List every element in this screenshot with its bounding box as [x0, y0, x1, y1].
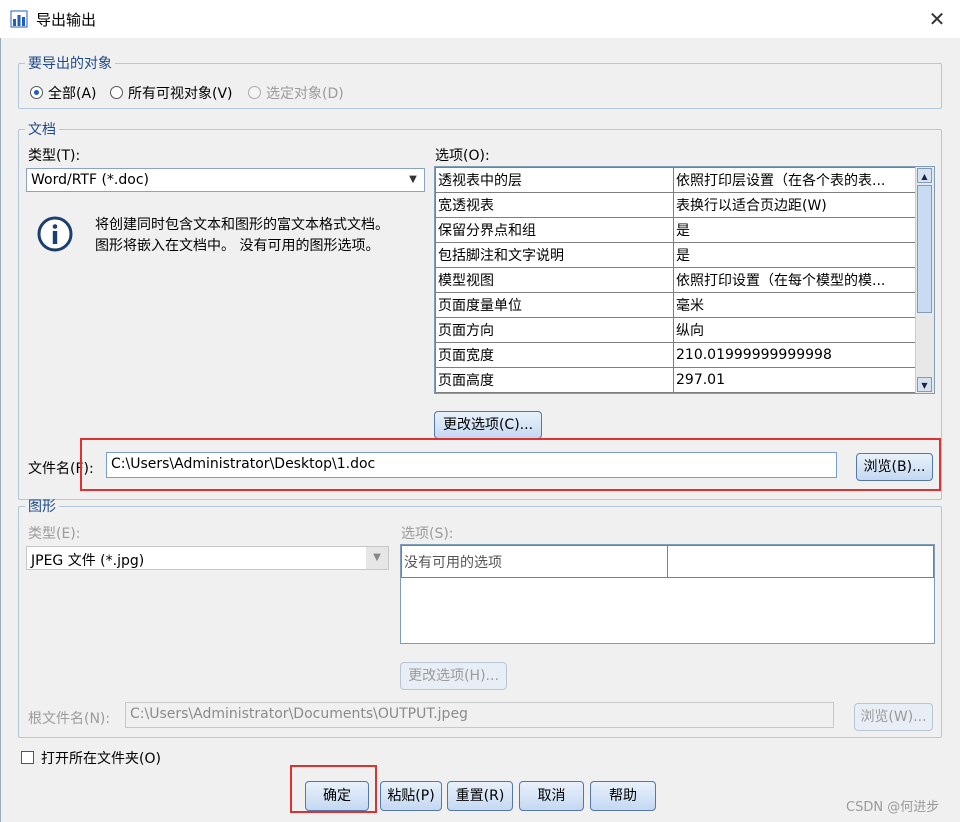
doc-info-line-1: 将创建同时包含文本和图形的富文本格式文档。	[95, 217, 389, 233]
document-legend: 文档	[28, 122, 56, 138]
doc-options-table: 透视表中的层 依照打印层设置（在各个表的表... 宽透视表 表换行以适合页边距(…	[434, 166, 935, 394]
table-row[interactable]: 透视表中的层 依照打印层设置（在各个表的表...	[435, 167, 916, 193]
doc-browse-button[interactable]: 浏览(B)...	[856, 453, 933, 481]
graphics-options-table: 没有可用的选项	[400, 544, 935, 644]
close-icon[interactable]: ✕	[920, 6, 954, 32]
graphics-option-value	[667, 545, 934, 578]
table-row[interactable]: 保留分界点和组 是	[435, 217, 916, 243]
option-key: 包括脚注和文字说明	[435, 242, 674, 268]
objects-to-export-legend: 要导出的对象	[28, 56, 112, 72]
graphics-change-options-button: 更改选项(H)...	[400, 662, 507, 690]
table-row: 没有可用的选项	[401, 545, 934, 578]
option-value[interactable]: 毫米	[673, 292, 916, 318]
chevron-down-icon: ▼	[366, 547, 388, 569]
graphics-type-select: JPEG 文件 (*.jpg) ▼	[26, 546, 389, 570]
option-key: 页面高度	[435, 367, 674, 393]
option-key: 页面宽度	[435, 342, 674, 368]
doc-change-options-button[interactable]: 更改选项(C)...	[434, 411, 542, 439]
option-value[interactable]: 297.01	[673, 367, 916, 393]
doc-type-value: Word/RTF (*.doc)	[31, 172, 149, 188]
paste-button[interactable]: 粘贴(P)	[380, 781, 442, 811]
help-button[interactable]: 帮助	[590, 781, 656, 811]
option-value[interactable]: 表换行以适合页边距(W)	[673, 192, 916, 218]
root-filename-field: C:\Users\Administrator\Documents\OUTPUT.…	[125, 702, 834, 728]
option-key: 保留分界点和组	[435, 217, 674, 243]
window-title: 导出输出	[36, 11, 97, 29]
filename-field[interactable]: C:\Users\Administrator\Desktop\1.doc	[106, 452, 837, 478]
table-row[interactable]: 页面方向 纵向	[435, 317, 916, 343]
watermark: CSDN @何进步	[846, 800, 940, 815]
chevron-down-icon: ▼	[409, 174, 417, 185]
open-folder-label[interactable]: 打开所在文件夹(O)	[41, 748, 161, 768]
table-row[interactable]: 模型视图 依照打印设置（在每个模型的模...	[435, 267, 916, 293]
radio-selected-label: 选定对象(D)	[266, 86, 344, 102]
option-key: 宽透视表	[435, 192, 674, 218]
table-row[interactable]: 页面度量单位 毫米	[435, 292, 916, 318]
graphics-option-cell: 没有可用的选项	[401, 545, 668, 578]
graphics-browse-button: 浏览(W)...	[854, 703, 933, 731]
doc-type-select[interactable]: Word/RTF (*.doc) ▼	[26, 168, 425, 192]
table-row[interactable]: 页面宽度 210.01999999999998	[435, 342, 916, 368]
scroll-down-icon[interactable]: ▼	[917, 377, 932, 392]
info-icon	[37, 216, 73, 252]
app-icon	[10, 10, 28, 28]
doc-info-line-2: 图形将嵌入在文档中。 没有可用的图形选项。	[95, 238, 380, 254]
option-value[interactable]: 依照打印设置（在每个模型的模...	[673, 267, 916, 293]
option-value[interactable]: 是	[673, 242, 916, 268]
radio-all[interactable]	[30, 86, 43, 99]
option-value[interactable]: 是	[673, 217, 916, 243]
cancel-button[interactable]: 取消	[519, 781, 584, 811]
open-folder-checkbox[interactable]	[21, 751, 34, 764]
option-key: 页面方向	[435, 317, 674, 343]
options-scrollbar[interactable]: ▲ ▼	[915, 167, 934, 393]
filename-label: 文件名(F):	[28, 461, 94, 477]
option-key: 模型视图	[435, 267, 674, 293]
export-output-dialog: 要导出的对象 全部(A) 所有可视对象(V) 选定对象(D) 文档 类型(T):…	[0, 38, 960, 822]
option-value[interactable]: 210.01999999999998	[673, 342, 916, 368]
doc-type-label: 类型(T):	[28, 148, 81, 164]
radio-selected	[248, 86, 261, 99]
table-row[interactable]: 宽透视表 表换行以适合页边距(W)	[435, 192, 916, 218]
table-row[interactable]: 包括脚注和文字说明 是	[435, 242, 916, 268]
radio-all-visible[interactable]	[110, 86, 123, 99]
title-bar: 导出输出 ✕	[0, 0, 960, 38]
ok-button[interactable]: 确定	[305, 781, 369, 811]
option-value[interactable]: 纵向	[673, 317, 916, 343]
graphics-type-value: JPEG 文件 (*.jpg)	[31, 553, 145, 569]
option-key: 透视表中的层	[435, 167, 674, 193]
radio-all-visible-label[interactable]: 所有可视对象(V)	[128, 83, 233, 103]
reset-button[interactable]: 重置(R)	[447, 781, 513, 811]
graphics-options-label: 选项(S):	[401, 526, 454, 542]
graphics-legend: 图形	[28, 499, 56, 515]
graphics-type-label: 类型(E):	[28, 526, 81, 542]
option-value[interactable]: 依照打印层设置（在各个表的表...	[673, 167, 916, 193]
radio-all-label[interactable]: 全部(A)	[48, 83, 97, 103]
option-key: 页面度量单位	[435, 292, 674, 318]
root-filename-label: 根文件名(N):	[28, 711, 111, 727]
scroll-up-icon[interactable]: ▲	[917, 168, 932, 183]
scroll-thumb[interactable]	[917, 185, 932, 313]
doc-options-label: 选项(O):	[435, 148, 490, 164]
table-row[interactable]: 页面高度 297.01	[435, 367, 916, 393]
